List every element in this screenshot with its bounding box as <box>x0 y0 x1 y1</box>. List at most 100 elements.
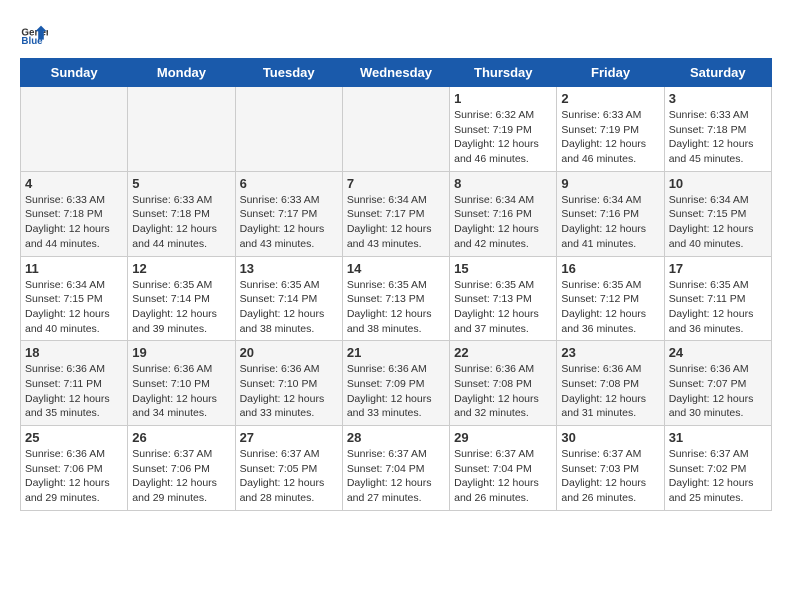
day-number: 7 <box>347 176 445 191</box>
day-number: 2 <box>561 91 659 106</box>
day-number: 9 <box>561 176 659 191</box>
header: General Blue <box>20 20 772 48</box>
calendar-table: SundayMondayTuesdayWednesdayThursdayFrid… <box>20 58 772 511</box>
calendar-cell: 4 Sunrise: 6:33 AM Sunset: 7:18 PM Daylig… <box>21 171 128 256</box>
day-info: Sunrise: 6:34 AM Sunset: 7:15 PM Dayligh… <box>25 278 123 337</box>
calendar-cell: 5Sunrise: 6:33 AM Sunset: 7:18 PM Daylig… <box>128 171 235 256</box>
calendar-cell: 16 Sunrise: 6:35 AM Sunset: 7:12 PM Dayli… <box>557 256 664 341</box>
weekday-header: Tuesday <box>235 59 342 87</box>
day-info: Sunrise: 6:36 AM Sunset: 7:09 PM Dayligh… <box>347 362 445 421</box>
day-number: 31 <box>669 430 767 445</box>
day-number: 1 <box>454 91 552 106</box>
day-number: 25 <box>25 430 123 445</box>
logo-icon: General Blue <box>20 20 48 48</box>
day-info: Sunrise: 6:35 AM Sunset: 7:14 PM Dayligh… <box>240 278 338 337</box>
day-number: 10 <box>669 176 767 191</box>
day-number: 16 <box>561 261 659 276</box>
calendar-week-row: 18Sunrise: 6:36 AM Sunset: 7:11 PM Dayli… <box>21 341 772 426</box>
calendar-cell: 31Sunrise: 6:37 AM Sunset: 7:02 PM Dayli… <box>664 426 771 511</box>
day-info: Sunrise: 6:33 AM Sunset: 7:18 PM Dayligh… <box>25 193 123 252</box>
calendar-cell <box>128 87 235 172</box>
day-number: 24 <box>669 345 767 360</box>
calendar-cell: 11 Sunrise: 6:34 AM Sunset: 7:15 PM Dayli… <box>21 256 128 341</box>
calendar-cell: 14Sunrise: 6:35 AM Sunset: 7:13 PM Dayli… <box>342 256 449 341</box>
calendar-cell: 20 Sunrise: 6:36 AM Sunset: 7:10 PM Dayli… <box>235 341 342 426</box>
calendar-cell: 24 Sunrise: 6:36 AM Sunset: 7:07 PM Dayli… <box>664 341 771 426</box>
calendar-cell: 8 Sunrise: 6:34 AM Sunset: 7:16 PM Daylig… <box>450 171 557 256</box>
calendar-week-row: 11 Sunrise: 6:34 AM Sunset: 7:15 PM Dayli… <box>21 256 772 341</box>
day-info: Sunrise: 6:37 AM Sunset: 7:03 PM Dayligh… <box>561 447 659 506</box>
calendar-cell: 15Sunrise: 6:35 AM Sunset: 7:13 PM Dayli… <box>450 256 557 341</box>
day-number: 13 <box>240 261 338 276</box>
day-info: Sunrise: 6:34 AM Sunset: 7:16 PM Dayligh… <box>561 193 659 252</box>
day-number: 21 <box>347 345 445 360</box>
calendar-cell: 29 Sunrise: 6:37 AM Sunset: 7:04 PM Dayli… <box>450 426 557 511</box>
day-info: Sunrise: 6:36 AM Sunset: 7:08 PM Dayligh… <box>454 362 552 421</box>
day-info: Sunrise: 6:34 AM Sunset: 7:16 PM Dayligh… <box>454 193 552 252</box>
day-number: 29 <box>454 430 552 445</box>
day-number: 27 <box>240 430 338 445</box>
day-number: 28 <box>347 430 445 445</box>
day-number: 4 <box>25 176 123 191</box>
day-number: 11 <box>25 261 123 276</box>
calendar-cell: 28 Sunrise: 6:37 AM Sunset: 7:04 PM Dayli… <box>342 426 449 511</box>
day-number: 26 <box>132 430 230 445</box>
calendar-cell: 13 Sunrise: 6:35 AM Sunset: 7:14 PM Dayli… <box>235 256 342 341</box>
calendar-cell <box>21 87 128 172</box>
weekday-header: Wednesday <box>342 59 449 87</box>
day-info: Sunrise: 6:33 AM Sunset: 7:18 PM Dayligh… <box>132 193 230 252</box>
calendar-cell: 25Sunrise: 6:36 AM Sunset: 7:06 PM Dayli… <box>21 426 128 511</box>
day-number: 19 <box>132 345 230 360</box>
day-info: Sunrise: 6:35 AM Sunset: 7:11 PM Dayligh… <box>669 278 767 337</box>
calendar-cell: 1 Sunrise: 6:32 AM Sunset: 7:19 PM Daylig… <box>450 87 557 172</box>
weekday-header: Monday <box>128 59 235 87</box>
calendar-cell: 23 Sunrise: 6:36 AM Sunset: 7:08 PM Dayli… <box>557 341 664 426</box>
weekday-header: Sunday <box>21 59 128 87</box>
day-info: Sunrise: 6:37 AM Sunset: 7:04 PM Dayligh… <box>347 447 445 506</box>
calendar-week-row: 4 Sunrise: 6:33 AM Sunset: 7:18 PM Daylig… <box>21 171 772 256</box>
day-number: 15 <box>454 261 552 276</box>
day-info: Sunrise: 6:35 AM Sunset: 7:12 PM Dayligh… <box>561 278 659 337</box>
calendar-cell: 2 Sunrise: 6:33 AM Sunset: 7:19 PM Daylig… <box>557 87 664 172</box>
calendar-cell: 12 Sunrise: 6:35 AM Sunset: 7:14 PM Dayli… <box>128 256 235 341</box>
calendar-body: 1 Sunrise: 6:32 AM Sunset: 7:19 PM Daylig… <box>21 87 772 511</box>
day-number: 3 <box>669 91 767 106</box>
calendar-cell: 21 Sunrise: 6:36 AM Sunset: 7:09 PM Dayli… <box>342 341 449 426</box>
calendar-cell: 17 Sunrise: 6:35 AM Sunset: 7:11 PM Dayli… <box>664 256 771 341</box>
day-info: Sunrise: 6:36 AM Sunset: 7:10 PM Dayligh… <box>240 362 338 421</box>
calendar-cell: 6Sunrise: 6:33 AM Sunset: 7:17 PM Daylig… <box>235 171 342 256</box>
calendar-cell: 10 Sunrise: 6:34 AM Sunset: 7:15 PM Dayli… <box>664 171 771 256</box>
weekday-row: SundayMondayTuesdayWednesdayThursdayFrid… <box>21 59 772 87</box>
calendar-week-row: 1 Sunrise: 6:32 AM Sunset: 7:19 PM Daylig… <box>21 87 772 172</box>
day-info: Sunrise: 6:37 AM Sunset: 7:05 PM Dayligh… <box>240 447 338 506</box>
day-info: Sunrise: 6:35 AM Sunset: 7:14 PM Dayligh… <box>132 278 230 337</box>
calendar-cell: 22 Sunrise: 6:36 AM Sunset: 7:08 PM Dayli… <box>450 341 557 426</box>
calendar-cell: 19 Sunrise: 6:36 AM Sunset: 7:10 PM Dayli… <box>128 341 235 426</box>
weekday-header: Saturday <box>664 59 771 87</box>
calendar-cell: 3Sunrise: 6:33 AM Sunset: 7:18 PM Daylig… <box>664 87 771 172</box>
day-number: 8 <box>454 176 552 191</box>
day-info: Sunrise: 6:37 AM Sunset: 7:04 PM Dayligh… <box>454 447 552 506</box>
day-info: Sunrise: 6:32 AM Sunset: 7:19 PM Dayligh… <box>454 108 552 167</box>
day-number: 20 <box>240 345 338 360</box>
day-number: 12 <box>132 261 230 276</box>
day-info: Sunrise: 6:36 AM Sunset: 7:08 PM Dayligh… <box>561 362 659 421</box>
day-number: 23 <box>561 345 659 360</box>
day-info: Sunrise: 6:36 AM Sunset: 7:10 PM Dayligh… <box>132 362 230 421</box>
calendar-week-row: 25Sunrise: 6:36 AM Sunset: 7:06 PM Dayli… <box>21 426 772 511</box>
day-number: 17 <box>669 261 767 276</box>
day-info: Sunrise: 6:37 AM Sunset: 7:06 PM Dayligh… <box>132 447 230 506</box>
day-info: Sunrise: 6:34 AM Sunset: 7:17 PM Dayligh… <box>347 193 445 252</box>
calendar-cell <box>342 87 449 172</box>
day-number: 18 <box>25 345 123 360</box>
weekday-header: Thursday <box>450 59 557 87</box>
calendar-cell <box>235 87 342 172</box>
calendar-cell: 18Sunrise: 6:36 AM Sunset: 7:11 PM Dayli… <box>21 341 128 426</box>
weekday-header: Friday <box>557 59 664 87</box>
day-info: Sunrise: 6:33 AM Sunset: 7:17 PM Dayligh… <box>240 193 338 252</box>
day-info: Sunrise: 6:33 AM Sunset: 7:19 PM Dayligh… <box>561 108 659 167</box>
day-number: 22 <box>454 345 552 360</box>
calendar-cell: 26 Sunrise: 6:37 AM Sunset: 7:06 PM Dayli… <box>128 426 235 511</box>
day-info: Sunrise: 6:36 AM Sunset: 7:07 PM Dayligh… <box>669 362 767 421</box>
day-info: Sunrise: 6:34 AM Sunset: 7:15 PM Dayligh… <box>669 193 767 252</box>
